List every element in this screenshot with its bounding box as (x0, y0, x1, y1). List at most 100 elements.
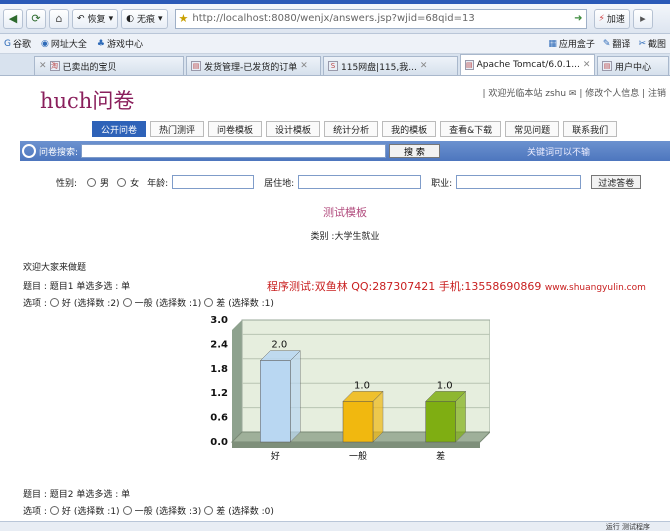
option-radio[interactable] (204, 506, 214, 515)
option-radio[interactable] (49, 298, 59, 307)
bar (260, 360, 291, 443)
question-1-options: 选项 : 好 (选择数 :2) 一般 (选择数 :1) 差 (选择数 :1) (23, 296, 274, 309)
option-radio[interactable] (122, 506, 132, 515)
question-2-options: 选项 : 好 (选择数 :1) 一般 (选择数 :3) 差 (选择数 :0) (23, 504, 274, 517)
tab-user-center[interactable]: ▤ 用户中心 (597, 56, 669, 75)
tab-115-drive[interactable]: S 115网盘|115,我... ✕ (323, 56, 458, 75)
app-box-button[interactable]: ▦ 应用盒子 (548, 37, 595, 51)
tab-apache-tomcat[interactable]: ▤ Apache Tomcat/6.0.1... ✕ (460, 54, 595, 75)
banner-text: 程序测试:双鱼林 QQ:287307421 手机:13558690869 (267, 280, 542, 293)
author-banner: 程序测试:双鱼林 QQ:287307421 手机:13558690869 www… (267, 278, 646, 294)
job-input[interactable] (456, 175, 582, 189)
search-hint: 关键词可以不输 (526, 147, 590, 158)
chart-floor-edge (232, 442, 480, 448)
bookmark-url-directory[interactable]: ◉ 网址大全 (41, 37, 87, 51)
bookmark-google[interactable]: G 谷歌 (4, 37, 31, 51)
search-icon (22, 144, 36, 158)
mask-icon: ◐ (126, 13, 134, 24)
female-radio[interactable] (117, 177, 127, 187)
close-icon[interactable]: ✕ (39, 61, 47, 71)
globe-icon: ◉ (41, 38, 49, 49)
gamepad-icon: ♣ (96, 38, 105, 49)
back-arrow-icon[interactable]: ◀ (3, 8, 23, 29)
bookmarks-bar: G 谷歌 ◉ 网址大全 ♣ 游戏中心 ▦ 应用盒子 ✎ 翻译 ✂ 截图 (0, 34, 670, 54)
age-input[interactable] (172, 175, 255, 189)
data-label: 1.0 (354, 380, 370, 391)
filter-row: 性别: 男 女 年龄: 居住地: 职业: 过滤答卷 (56, 175, 642, 189)
banner-site[interactable]: www.shuangyulin.com (545, 283, 646, 293)
menu-my-templates[interactable]: 我的模板 (382, 121, 437, 137)
x-tick-label: 差 (436, 450, 445, 462)
y-tick-label: 2.4 (210, 339, 228, 350)
taobao-icon: 淘 (49, 61, 60, 71)
option-radio[interactable] (122, 298, 132, 307)
close-icon[interactable]: ✕ (583, 60, 591, 70)
filter-answers-button[interactable]: 过滤答卷 (591, 175, 642, 189)
menu-faq[interactable]: 常见问题 (505, 121, 560, 137)
search-label: 问卷搜索: (39, 147, 79, 158)
refresh-icon[interactable]: ⟳ (26, 8, 46, 29)
y-tick-label: 1.8 (210, 364, 228, 375)
question-1-title: 题目 : 题目1 单选多选 : 单 (23, 282, 131, 292)
option-radio[interactable] (204, 298, 214, 307)
data-label: 1.0 (437, 380, 453, 391)
option-label: 差 (216, 299, 226, 309)
option-count: (选择数 :0) (228, 507, 274, 517)
data-label: 2.0 (271, 340, 287, 351)
question-2-title: 题目 : 题目2 单选多选 : 单 (23, 490, 131, 500)
chart-side-wall (232, 320, 242, 442)
page-icon: ▤ (465, 60, 474, 70)
bar-side (290, 350, 301, 443)
home-icon[interactable]: ⌂ (49, 8, 69, 29)
accelerate-button[interactable]: ⚡ 加速 (593, 8, 630, 29)
option-count: (选择数 :1) (155, 299, 202, 309)
restore-button[interactable]: ↶ 恢复 ▾ (72, 8, 119, 29)
residence-input[interactable] (298, 175, 422, 189)
next-icon[interactable]: ▸ (632, 8, 653, 29)
grid-icon: ▦ (548, 38, 557, 49)
bookmark-game-center[interactable]: ♣ 游戏中心 (96, 37, 143, 51)
bar (425, 401, 456, 443)
star-icon[interactable]: ★ (179, 12, 189, 25)
undo-icon: ↶ (77, 13, 85, 24)
incognito-button[interactable]: ◐ 无痕 ▾ (121, 8, 168, 29)
question-1-bar-chart: 0.0 0.6 1.2 1.8 2.4 3.0 2.0 好 1.0 一般 1.0 差 (210, 315, 490, 462)
go-arrow-icon[interactable]: ➜ (574, 13, 585, 24)
close-icon[interactable]: ✕ (420, 61, 428, 71)
male-radio[interactable] (87, 177, 97, 187)
lightning-icon: ⚡ (598, 13, 605, 24)
option-count: (选择数 :3) (155, 507, 202, 517)
survey-title: 测试模板 (323, 206, 367, 219)
cloud-drive-icon: S (328, 61, 338, 71)
address-text[interactable]: http://localhost:8080/wenjx/answers.jsp?… (192, 13, 570, 24)
menu-public-surveys[interactable]: 公开问卷 (92, 121, 147, 137)
options-label: 选项 : (23, 299, 47, 309)
option-radio[interactable] (49, 506, 59, 515)
female-label: 女 (130, 178, 140, 189)
page-icon: ▤ (602, 61, 612, 71)
screenshot-button[interactable]: ✂ 截图 (638, 37, 666, 51)
page-content: huch问卷 | 欢迎光临本站 zshu ✉ | 修改个人信息 | 注销 公开问… (0, 77, 670, 531)
site-logo[interactable]: huch问卷 (40, 85, 134, 115)
chevron-down-icon: ▾ (108, 13, 114, 24)
search-input[interactable] (81, 144, 387, 158)
option-label: 一般 (134, 507, 153, 517)
y-tick-label: 3.0 (210, 315, 228, 326)
menu-design-templates[interactable]: 设计模板 (266, 121, 321, 137)
menu-hot-tests[interactable]: 热门测评 (150, 121, 205, 137)
address-bar[interactable]: ★ http://localhost:8080/wenjx/answers.js… (174, 8, 587, 29)
search-button[interactable]: 搜 索 (389, 144, 440, 158)
menu-statistics[interactable]: 统计分析 (324, 121, 379, 137)
menu-view-download[interactable]: 查看&下载 (440, 121, 502, 137)
user-links[interactable]: | 欢迎光临本站 zshu ✉ | 修改个人信息 | 注销 (483, 86, 667, 99)
menu-contact[interactable]: 联系我们 (563, 121, 618, 137)
menu-survey-templates[interactable]: 问卷模板 (208, 121, 263, 137)
tab-shipping-management[interactable]: ▤ 发货管理-已发货的订单 ✕ (186, 56, 321, 75)
main-menu: 公开问卷 热门测评 问卷模板 设计模板 统计分析 我的模板 查看&下载 常见问题… (92, 121, 618, 137)
translate-button[interactable]: ✎ 翻译 (603, 37, 631, 51)
close-icon[interactable]: ✕ (300, 61, 308, 71)
tab-sold-items[interactable]: ✕ 淘已卖出的宝贝 (34, 56, 184, 75)
google-icon: G (4, 38, 11, 49)
welcome-text: 欢迎大家来做题 (23, 263, 87, 273)
option-label: 一般 (134, 299, 153, 309)
